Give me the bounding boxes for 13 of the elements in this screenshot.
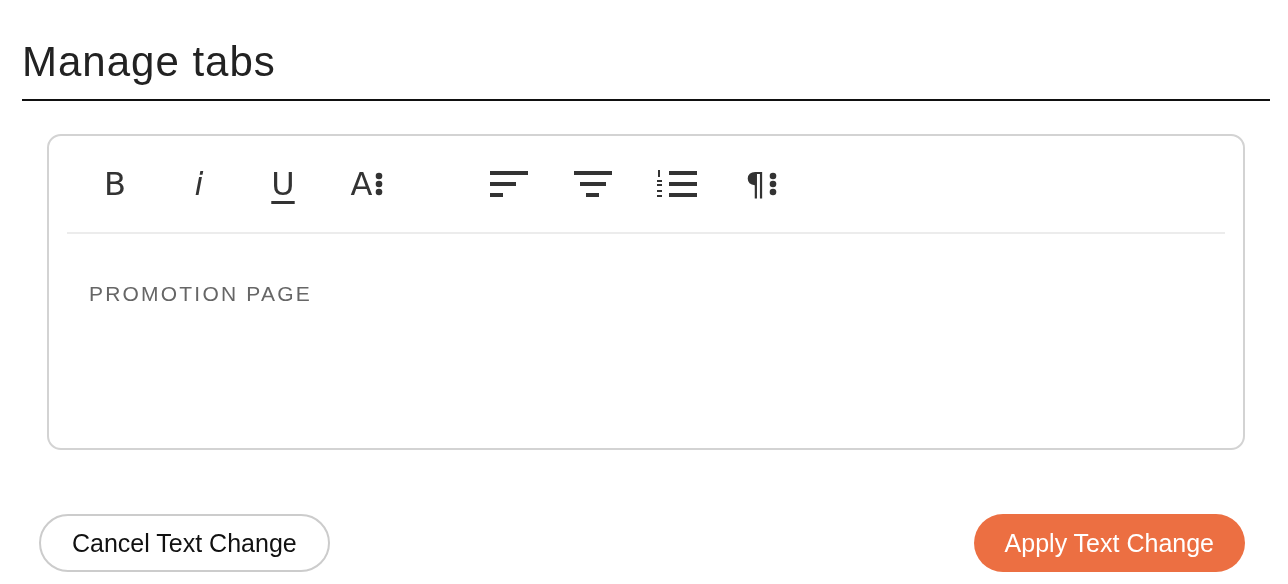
dots-icon	[768, 172, 777, 196]
numbered-list-icon[interactable]	[657, 170, 697, 198]
align-left-icon[interactable]	[490, 171, 528, 197]
align-center-icon[interactable]	[574, 171, 612, 197]
cancel-button[interactable]: Cancel Text Change	[39, 514, 330, 572]
page-title: Manage tabs	[22, 37, 277, 87]
dots-icon	[375, 172, 384, 196]
font-size-button[interactable]: A	[348, 166, 386, 202]
bold-button[interactable]: B	[102, 166, 128, 202]
italic-button[interactable]: i	[192, 166, 206, 202]
underline-button[interactable]: U	[269, 166, 297, 202]
editor-text[interactable]: PROMOTION PAGE	[89, 282, 1225, 306]
paragraph-button[interactable]: ¶	[743, 166, 779, 202]
